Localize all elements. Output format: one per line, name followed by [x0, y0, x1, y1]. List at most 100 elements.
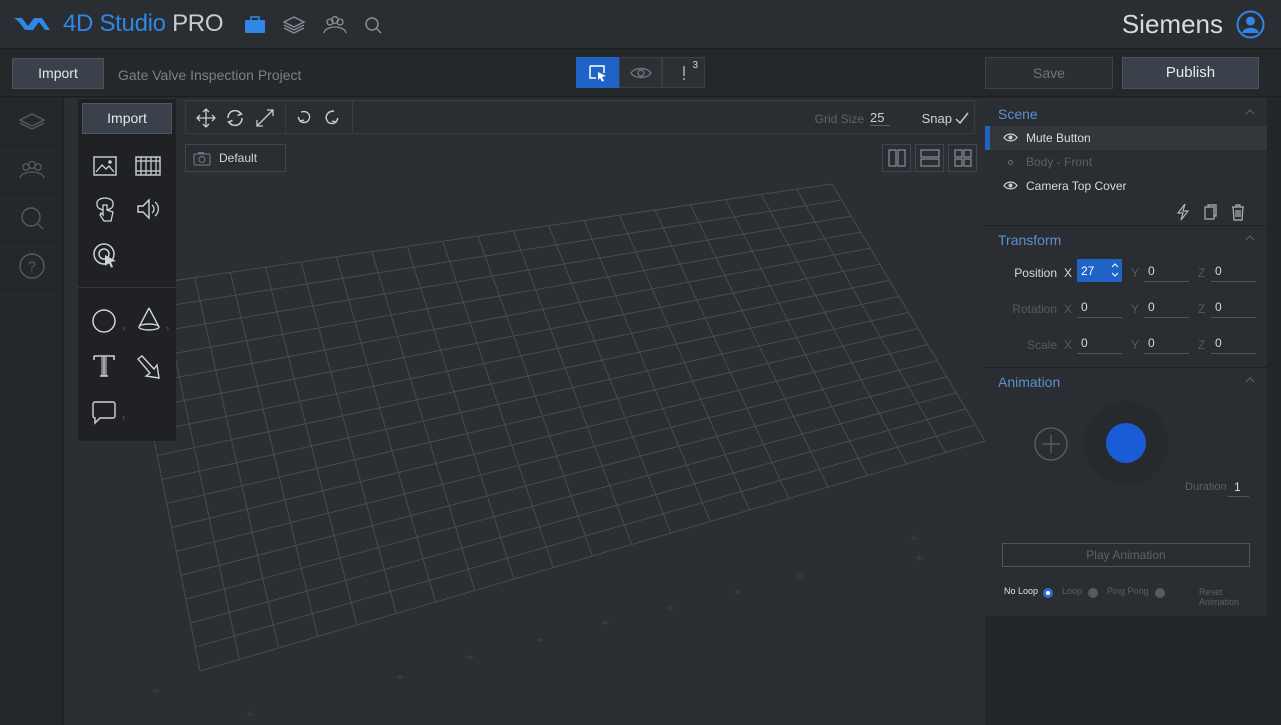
import-asset-button[interactable]: Import	[82, 103, 172, 134]
image-icon[interactable]	[91, 152, 119, 180]
alerts-icon	[682, 65, 685, 80]
sidebar-item-layers[interactable]	[0, 98, 63, 146]
users-icon[interactable]	[323, 14, 347, 36]
scene-item[interactable]: Body - Front	[985, 150, 1267, 174]
sidebar-item-users[interactable]	[0, 146, 63, 194]
split-vertical-button[interactable]	[882, 144, 911, 172]
chevron-up-icon[interactable]	[1245, 375, 1255, 385]
chevron-up-icon[interactable]	[1245, 107, 1255, 117]
arrow-icon[interactable]	[134, 353, 162, 381]
position-label: Position	[1014, 266, 1057, 280]
animation-section-header[interactable]: Animation	[985, 368, 1267, 394]
cone-shape-icon[interactable]	[135, 305, 163, 333]
sidebar-item-search[interactable]	[0, 194, 63, 242]
circle-shape-icon[interactable]	[90, 307, 118, 335]
properties-panel: Scene Mute Button Body - Front Camera To…	[985, 98, 1267, 616]
audio-icon[interactable]	[134, 195, 162, 223]
hotspot-touch-icon[interactable]	[91, 195, 119, 223]
mode-switcher: 3	[576, 57, 705, 88]
scale-icon[interactable]	[255, 108, 275, 128]
users-icon	[18, 160, 45, 178]
scale-y-input[interactable]: 0	[1144, 331, 1189, 354]
help-icon: ?	[18, 252, 45, 279]
scene-item[interactable]: Camera Top Cover	[985, 174, 1267, 198]
select-mode-button[interactable]	[576, 57, 619, 88]
video-icon[interactable]	[134, 152, 162, 180]
stepper-icon[interactable]	[1111, 261, 1119, 279]
split-horizontal-button[interactable]	[915, 144, 944, 172]
scale-label: Scale	[1026, 338, 1057, 352]
position-y-input[interactable]: 0	[1144, 259, 1189, 282]
chevron-right-icon: ›	[122, 323, 125, 333]
undo-icon[interactable]	[295, 108, 315, 128]
snap-check-icon[interactable]	[954, 110, 970, 126]
axis-z-label: Z	[1198, 302, 1206, 316]
axis-y-label: Y	[1131, 266, 1140, 280]
duration-input[interactable]: 1	[1228, 478, 1249, 497]
axis-z-label: Z	[1198, 338, 1206, 352]
target-icon[interactable]	[91, 241, 119, 269]
insert-divider	[78, 287, 176, 288]
hidden-dot-icon[interactable]	[1008, 160, 1013, 165]
rotation-label: Rotation	[1012, 302, 1057, 316]
3d-canvas[interactable]: Grid Size 25 Snap Default	[64, 98, 985, 725]
quad-view-icon	[953, 149, 972, 167]
grid-size-input[interactable]: 25	[870, 110, 890, 126]
rotation-z-input[interactable]: 0	[1211, 295, 1256, 318]
eye-icon[interactable]	[1003, 180, 1018, 191]
search-icon[interactable]	[362, 14, 386, 36]
chevron-right-icon: ›	[166, 323, 169, 333]
brand-name: Siemens	[1121, 9, 1223, 39]
rotation-x-input[interactable]: 0	[1077, 295, 1122, 318]
sidebar-item-help[interactable]: ?	[0, 242, 63, 290]
canvas-toolbar: Grid Size 25 Snap	[185, 100, 975, 134]
view-layout-switcher	[882, 144, 977, 172]
position-x-input[interactable]: 27	[1077, 259, 1122, 282]
play-animation-button[interactable]: Play Animation	[1002, 543, 1250, 567]
left-sidebar: ?	[0, 98, 63, 725]
position-z-value: 0	[1215, 264, 1222, 278]
scale-row: Scale X 0 Y 0 Z 0	[985, 328, 1267, 368]
scene-section-header[interactable]: Scene	[985, 100, 1267, 126]
axis-x-label: X	[1064, 302, 1073, 316]
scale-x-input[interactable]: 0	[1077, 331, 1122, 354]
chevron-right-icon: ›	[122, 412, 125, 422]
scale-z-input[interactable]: 0	[1211, 331, 1256, 354]
add-keyframe-icon[interactable]	[1033, 426, 1069, 462]
quad-view-button[interactable]	[948, 144, 977, 172]
camera-select[interactable]: Default	[185, 144, 286, 172]
rotate-icon[interactable]	[225, 108, 245, 128]
alerts-button[interactable]: 3	[662, 57, 705, 88]
app-suffix: PRO	[172, 10, 224, 37]
scene-item-label: Camera Top Cover	[1026, 179, 1127, 193]
callout-bubble-icon[interactable]	[90, 398, 118, 426]
eye-icon[interactable]	[1003, 132, 1018, 143]
publish-button[interactable]: Publish	[1122, 57, 1259, 89]
redo-icon[interactable]	[321, 108, 341, 128]
toolbar-divider	[352, 101, 353, 133]
import-button[interactable]: Import	[12, 58, 104, 89]
position-row: Position X 27 Y 0 Z 0	[985, 256, 1267, 292]
position-z-input[interactable]: 0	[1211, 259, 1256, 282]
chevron-up-icon[interactable]	[1245, 233, 1255, 243]
save-button[interactable]: Save	[985, 57, 1113, 89]
transform-section-header[interactable]: Transform	[985, 226, 1267, 252]
trash-icon[interactable]	[1229, 203, 1247, 221]
record-keyframe-button[interactable]	[1106, 423, 1146, 463]
duplicate-icon[interactable]	[1200, 203, 1218, 221]
text-icon[interactable]	[90, 352, 118, 380]
move-icon[interactable]	[196, 108, 216, 128]
rotation-y-input[interactable]: 0	[1144, 295, 1189, 318]
scene-actions	[985, 198, 1267, 226]
split-horizontal-icon	[919, 149, 940, 167]
ground-grid	[123, 183, 985, 717]
user-account-icon[interactable]	[1236, 10, 1265, 39]
rotation-y-value: 0	[1148, 300, 1155, 314]
briefcase-icon[interactable]	[243, 14, 267, 36]
layers-icon[interactable]	[282, 14, 306, 36]
scene-item-label: Body - Front	[1026, 155, 1093, 169]
scene-item[interactable]: Mute Button	[985, 126, 1267, 150]
lightning-icon[interactable]	[1174, 203, 1192, 221]
top-header: 4D Studio PRO Siemens	[0, 0, 1281, 49]
preview-mode-button[interactable]	[619, 57, 662, 88]
